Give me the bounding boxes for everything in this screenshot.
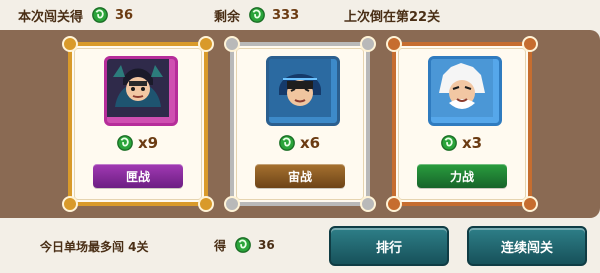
green-coin-icon [441, 135, 457, 151]
reward-count: x9 [138, 134, 159, 152]
hero-portrait-icon [107, 59, 169, 117]
frame-stud [198, 196, 214, 212]
reward-row: x6 [270, 132, 320, 154]
rank-button[interactable]: 排行 [329, 226, 449, 266]
green-coin-icon [249, 7, 265, 23]
reward-count: x6 [300, 134, 321, 152]
daily-max-text: 今日单场最多闯 4关 [40, 240, 149, 254]
rank-button-label: 排行 [375, 240, 402, 256]
challenge-button-2[interactable]: 宙战 [255, 164, 345, 188]
frame-stud [386, 36, 402, 52]
frame-stud [224, 36, 240, 52]
reward-row: x9 [108, 132, 158, 154]
frame-stud [198, 36, 214, 52]
continue-button[interactable]: 连续闯关 [467, 226, 587, 266]
green-coin-icon [279, 135, 295, 151]
last-defeat-text: 上次倒在第22关 [344, 9, 441, 25]
remaining-stat: 剩余 333 [214, 5, 299, 25]
hero-portrait-warrior-woman [104, 56, 178, 126]
remaining-label: 剩余 [214, 9, 241, 25]
reward-row: x3 [432, 132, 482, 154]
earned-label: 得 [214, 238, 227, 253]
green-coin-icon [92, 7, 108, 23]
challenge-button-3[interactable]: 力战 [417, 164, 507, 188]
pass-earned-value: 36 [115, 7, 134, 23]
earned-stat: 得 36 [214, 236, 275, 254]
hero-card-2[interactable]: x6 宙战 [224, 36, 376, 212]
frame-stud [360, 36, 376, 52]
green-coin-icon [117, 135, 133, 151]
frame-stud [522, 196, 538, 212]
remaining-value: 333 [272, 7, 300, 23]
last-defeat-stat: 上次倒在第22关 [344, 5, 440, 25]
hero-portrait-icon [431, 59, 493, 117]
pass-earned-stat: 本次闯关得 36 [18, 5, 133, 25]
earned-value: 36 [258, 238, 275, 252]
frame-stud [62, 196, 78, 212]
reward-count: x3 [462, 134, 483, 152]
frame-stud [224, 196, 240, 212]
continue-button-label: 连续闯关 [500, 240, 553, 256]
hero-card-3[interactable]: x3 力战 [386, 36, 538, 212]
green-coin-icon [235, 237, 251, 253]
pass-earned-label: 本次闯关得 [18, 9, 84, 25]
hero-portrait-icon [269, 59, 331, 117]
hero-portrait-helmet-warrior [266, 56, 340, 126]
top-stats-bar: 本次闯关得 36 剩余 333 上次倒在第22关 [0, 0, 600, 30]
frame-stud [386, 196, 402, 212]
hero-portrait-white-haired-elder [428, 56, 502, 126]
daily-max-stat: 今日单场最多闯 4关 [40, 238, 149, 255]
frame-stud [522, 36, 538, 52]
frame-stud [62, 36, 78, 52]
challenge-button-1[interactable]: 匣战 [93, 164, 183, 188]
hero-card-1[interactable]: x9 匣战 [62, 36, 214, 212]
frame-stud [360, 196, 376, 212]
